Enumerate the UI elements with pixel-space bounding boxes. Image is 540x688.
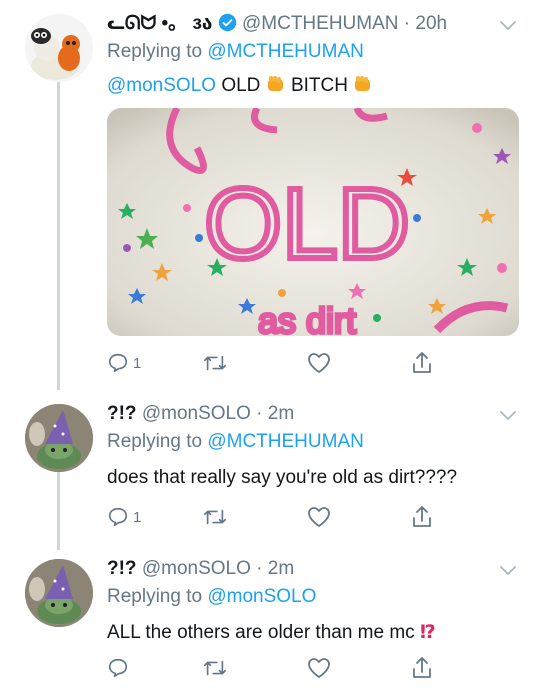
tweet-actions: 1 <box>107 350 447 376</box>
reply-button[interactable] <box>107 655 133 681</box>
avatar[interactable] <box>25 14 93 82</box>
tweet-actions <box>107 655 447 681</box>
replying-to: Replying to @MCTHEHUMAN <box>107 430 364 454</box>
avatar[interactable] <box>25 559 93 627</box>
reply-icon <box>108 658 128 678</box>
body-mention[interactable]: @monSOLO <box>107 75 216 96</box>
retweet-button[interactable] <box>203 504 227 530</box>
timestamp[interactable]: · 2m <box>256 558 294 579</box>
timestamp[interactable]: · 20h <box>404 13 447 34</box>
retweet-button[interactable] <box>203 655 227 681</box>
tweet[interactable]: ?!? @monSOLO · 2m Replying to @monSOLO A… <box>0 545 540 688</box>
verified-badge-icon <box>218 13 237 39</box>
interrobang-emoji: ⁉ <box>419 622 436 643</box>
tweet-image[interactable]: OLD as dirt <box>107 108 519 336</box>
chevron-down-icon[interactable] <box>498 18 518 32</box>
tweet-text: @monSOLO OLD BITCH <box>107 74 373 98</box>
tweet-header: ᓚᘏᗢ •。 ɜა @MCTHEHUMAN · 20h <box>107 12 447 39</box>
replying-to: Replying to @MCTHEHUMAN <box>107 40 364 64</box>
like-icon <box>308 353 330 373</box>
tweet-text: ALL the others are older than me mc ⁉ <box>107 621 436 645</box>
like-button[interactable] <box>307 504 331 530</box>
display-name[interactable]: ᓚᘏᗢ •。 ɜა <box>107 13 212 34</box>
retweet-icon <box>204 509 226 525</box>
timestamp[interactable]: · 2m <box>256 403 294 424</box>
replying-label: Replying to <box>107 586 203 607</box>
replying-to-mention[interactable]: @MCTHEHUMAN <box>207 41 364 62</box>
body-word: OLD <box>216 75 266 96</box>
retweet-icon <box>204 660 226 676</box>
share-icon <box>413 506 431 527</box>
replying-to-mention[interactable]: @MCTHEHUMAN <box>207 431 364 452</box>
image-text-bottom: as dirt <box>258 300 356 336</box>
replying-label: Replying to <box>107 431 203 452</box>
handle[interactable]: @monSOLO <box>142 558 251 579</box>
reply-button[interactable]: 1 <box>107 350 141 376</box>
tweet-header: ?!? @monSOLO · 2m <box>107 402 294 426</box>
tweet[interactable]: ?!? @monSOLO · 2m Replying to @MCTHEHUMA… <box>0 390 540 540</box>
reply-icon <box>108 507 128 527</box>
like-icon <box>308 658 330 678</box>
reply-button[interactable]: 1 <box>107 504 141 530</box>
share-button[interactable] <box>411 350 433 376</box>
replying-to-mention[interactable]: @monSOLO <box>207 586 316 607</box>
share-icon <box>413 657 431 678</box>
share-icon <box>413 352 431 373</box>
share-button[interactable] <box>411 504 433 530</box>
retweet-icon <box>204 355 226 371</box>
display-name[interactable]: ?!? <box>107 403 137 424</box>
handle[interactable]: @monSOLO <box>142 403 251 424</box>
reply-count: 1 <box>133 354 142 372</box>
avatar[interactable] <box>25 404 93 472</box>
fist-emoji-icon <box>267 76 283 91</box>
tweet-header: ?!? @monSOLO · 2m <box>107 557 294 581</box>
tweet-text-content: ALL the others are older than me mc <box>107 622 415 643</box>
handle[interactable]: @MCTHEHUMAN <box>242 13 399 34</box>
retweet-button[interactable] <box>203 350 227 376</box>
reply-count: 1 <box>133 508 142 526</box>
display-name[interactable]: ?!? <box>107 558 137 579</box>
share-button[interactable] <box>411 655 433 681</box>
like-button[interactable] <box>307 350 331 376</box>
reply-icon <box>108 353 128 373</box>
like-icon <box>308 507 330 527</box>
image-text: OLD <box>204 168 410 280</box>
chevron-down-icon[interactable] <box>498 563 518 577</box>
fist-emoji-icon <box>355 76 371 91</box>
replying-label: Replying to <box>107 41 203 62</box>
tweet[interactable]: ᓚᘏᗢ •。 ɜა @MCTHEHUMAN · 20h Replying to … <box>0 0 540 390</box>
replying-to: Replying to @monSOLO <box>107 585 316 609</box>
body-word: BITCH <box>285 75 354 96</box>
chevron-down-icon[interactable] <box>498 408 518 422</box>
tweet-actions: 1 <box>107 504 447 530</box>
tweet-text: does that really say you're old as dirt?… <box>107 467 458 488</box>
like-button[interactable] <box>307 655 331 681</box>
